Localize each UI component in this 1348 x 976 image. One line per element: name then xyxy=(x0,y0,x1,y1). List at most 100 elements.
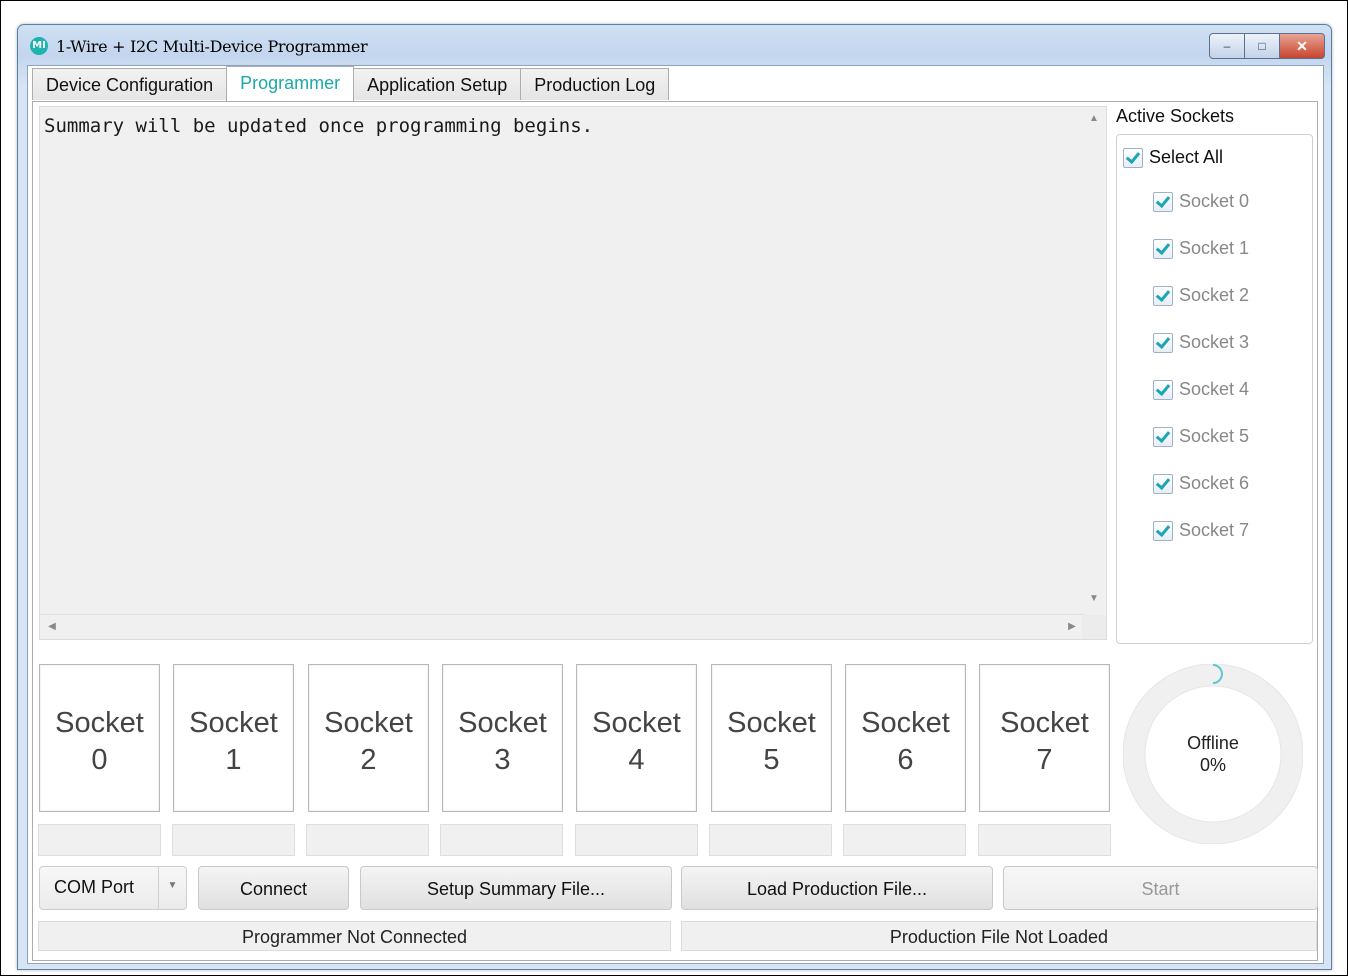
socket-card-number: 4 xyxy=(628,744,645,776)
socket-card-1: Socket 1 xyxy=(173,664,294,812)
socket-card-3: Socket 3 xyxy=(442,664,563,812)
summary-textarea[interactable]: Summary will be updated once programming… xyxy=(39,106,1107,640)
socket-card-0: Socket 0 xyxy=(39,664,160,812)
programmer-status: Programmer Not Connected xyxy=(38,921,671,951)
scroll-right-icon[interactable]: ▶ xyxy=(1060,621,1084,632)
vertical-scrollbar[interactable]: ▲ ▼ xyxy=(1082,107,1106,615)
socket-0-checkbox[interactable]: Socket 0 xyxy=(1153,191,1249,212)
socket-card-number: 7 xyxy=(1036,744,1053,776)
socket-checkbox-label: Socket 6 xyxy=(1179,473,1250,493)
scroll-left-icon[interactable]: ◀ xyxy=(40,621,64,632)
progress-state: Offline xyxy=(1187,733,1239,753)
socket-checkbox-label: Socket 2 xyxy=(1179,285,1250,305)
connect-button[interactable]: Connect xyxy=(198,866,349,910)
socket-card-5: Socket 5 xyxy=(711,664,832,812)
close-button[interactable]: ✕ xyxy=(1280,33,1325,59)
checkbox-checked-icon xyxy=(1153,379,1173,400)
programmer-panel: Summary will be updated once programming… xyxy=(32,101,1318,961)
tab-production-log[interactable]: Production Log xyxy=(520,68,670,100)
socket-1-checkbox[interactable]: Socket 1 xyxy=(1153,238,1249,259)
maximize-button[interactable]: □ xyxy=(1245,33,1280,59)
maximize-icon: □ xyxy=(1258,39,1266,53)
minimize-icon: – xyxy=(1223,39,1231,53)
horizontal-scrollbar[interactable]: ◀ ▶ xyxy=(40,614,1084,639)
tab-application-setup[interactable]: Application Setup xyxy=(353,68,522,100)
checkbox-checked-icon xyxy=(1153,473,1173,494)
app-window: MI 1-Wire + I2C Multi-Device Programmer … xyxy=(17,24,1332,970)
minimize-button[interactable]: – xyxy=(1209,33,1245,59)
socket-2-checkbox[interactable]: Socket 2 xyxy=(1153,285,1249,306)
socket-card-label: Socket xyxy=(1000,707,1089,739)
socket-card-label: Socket xyxy=(458,707,547,739)
socket-status-5 xyxy=(709,824,832,856)
socket-card-4: Socket 4 xyxy=(576,664,697,812)
window-title: 1-Wire + I2C Multi-Device Programmer xyxy=(56,37,368,56)
production-file-status: Production File Not Loaded xyxy=(681,921,1317,951)
socket-status-0 xyxy=(38,824,161,856)
socket-card-number: 1 xyxy=(225,744,242,776)
socket-card-6: Socket 6 xyxy=(845,664,966,812)
checkbox-checked-icon xyxy=(1153,285,1173,306)
socket-checkbox-label: Socket 7 xyxy=(1179,520,1250,540)
socket-status-6 xyxy=(843,824,966,856)
socket-card-number: 3 xyxy=(494,744,511,776)
load-production-file-button[interactable]: Load Production File... xyxy=(681,866,993,910)
com-port-value: COM Port xyxy=(54,877,135,897)
socket-7-checkbox[interactable]: Socket 7 xyxy=(1153,520,1249,541)
start-button[interactable]: Start xyxy=(1003,866,1318,910)
scroll-down-icon[interactable]: ▼ xyxy=(1082,593,1106,604)
tab-programmer[interactable]: Programmer xyxy=(226,66,355,101)
select-all-label: Select All xyxy=(1149,147,1224,167)
tab-device-configuration[interactable]: Device Configuration xyxy=(32,68,228,100)
socket-card-label: Socket xyxy=(324,707,413,739)
summary-text: Summary will be updated once programming… xyxy=(44,115,594,137)
socket-4-checkbox[interactable]: Socket 4 xyxy=(1153,379,1249,400)
tab-strip: Device Configuration Programmer Applicat… xyxy=(32,66,670,101)
socket-card-label: Socket xyxy=(861,707,950,739)
socket-card-number: 0 xyxy=(91,744,108,776)
socket-card-label: Socket xyxy=(727,707,816,739)
socket-checkbox-label: Socket 1 xyxy=(1179,238,1250,258)
socket-status-4 xyxy=(575,824,698,856)
maxim-logo-icon: MI xyxy=(30,37,48,55)
socket-3-checkbox[interactable]: Socket 3 xyxy=(1153,332,1249,353)
scrollbar-corner xyxy=(1082,615,1106,639)
socket-card-number: 2 xyxy=(360,744,377,776)
socket-checkbox-label: Socket 3 xyxy=(1179,332,1250,352)
progress-percent: 0% xyxy=(1199,755,1226,775)
socket-checkbox-label: Socket 4 xyxy=(1179,379,1250,399)
checkbox-checked-icon xyxy=(1153,426,1173,447)
socket-status-7 xyxy=(978,824,1111,856)
checkbox-checked-icon xyxy=(1153,238,1173,259)
chevron-down-icon[interactable]: ▼ xyxy=(158,880,187,891)
socket-card-label: Socket xyxy=(189,707,278,739)
com-port-dropdown[interactable]: COM Port ▼ xyxy=(39,866,187,910)
checkbox-checked-icon xyxy=(1153,191,1173,212)
socket-card-label: Socket xyxy=(55,707,144,739)
socket-card-2: Socket 2 xyxy=(308,664,429,812)
active-sockets-group: Select All Socket 0 Socket 1 Socket 2 So… xyxy=(1116,134,1313,644)
socket-5-checkbox[interactable]: Socket 5 xyxy=(1153,426,1249,447)
progress-label: Offline 0% xyxy=(1123,732,1303,776)
checkbox-checked-icon xyxy=(1123,147,1143,168)
title-bar[interactable]: MI 1-Wire + I2C Multi-Device Programmer … xyxy=(18,25,1331,65)
socket-status-1 xyxy=(172,824,295,856)
socket-card-number: 6 xyxy=(897,744,914,776)
active-sockets-title: Active Sockets xyxy=(1116,106,1235,126)
window-controls: – □ ✕ xyxy=(1209,33,1325,59)
close-icon: ✕ xyxy=(1296,37,1308,54)
socket-6-checkbox[interactable]: Socket 6 xyxy=(1153,473,1249,494)
scroll-up-icon[interactable]: ▲ xyxy=(1082,113,1106,124)
socket-checkbox-label: Socket 5 xyxy=(1179,426,1250,446)
setup-summary-file-button[interactable]: Setup Summary File... xyxy=(360,866,672,910)
checkbox-checked-icon xyxy=(1153,520,1173,541)
socket-status-3 xyxy=(440,824,563,856)
socket-card-7: Socket 7 xyxy=(979,664,1110,812)
select-all-checkbox[interactable]: Select All xyxy=(1123,147,1223,168)
socket-card-label: Socket xyxy=(592,707,681,739)
socket-card-number: 5 xyxy=(763,744,780,776)
socket-status-2 xyxy=(306,824,429,856)
client-area: Device Configuration Programmer Applicat… xyxy=(27,65,1324,964)
socket-checkbox-label: Socket 0 xyxy=(1179,191,1250,211)
checkbox-checked-icon xyxy=(1153,332,1173,353)
